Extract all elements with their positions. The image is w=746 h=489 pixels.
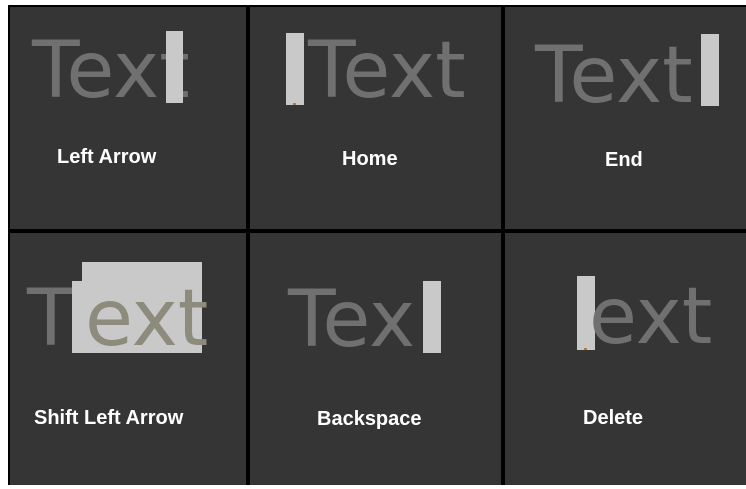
panel-home: Text Home [250, 7, 501, 229]
key-label: End [605, 149, 643, 171]
demo-text-selected: ext [85, 274, 209, 364]
demo-text: Tex [288, 275, 416, 365]
text-cursor [701, 34, 719, 106]
text-cursor [423, 281, 441, 353]
panel-left-arrow: Text Left Arrow [10, 7, 246, 229]
keyboard-navigation-diagram: Text Left Arrow Text Home Text End T ext… [8, 5, 746, 485]
demo-text: Text [308, 26, 466, 116]
text-cursor [286, 33, 304, 105]
key-label: Left Arrow [57, 146, 157, 168]
panel-backspace: Tex Backspace [250, 233, 501, 485]
key-label: Shift Left Arrow [34, 407, 184, 429]
cursor-marker [293, 103, 296, 105]
key-label: Backspace [317, 408, 422, 430]
demo-text-unselected: T [27, 274, 75, 364]
panel-delete: ext Delete [505, 233, 746, 485]
panel-end: Text End [505, 7, 746, 229]
panel-shift-left-arrow: T ext Shift Left Arrow [10, 233, 246, 485]
text-cursor [166, 31, 183, 103]
key-label: Home [342, 148, 398, 170]
demo-text: ext [589, 272, 713, 362]
key-label: Delete [583, 407, 644, 429]
demo-text: Text [535, 31, 693, 121]
cursor-marker [584, 348, 587, 350]
